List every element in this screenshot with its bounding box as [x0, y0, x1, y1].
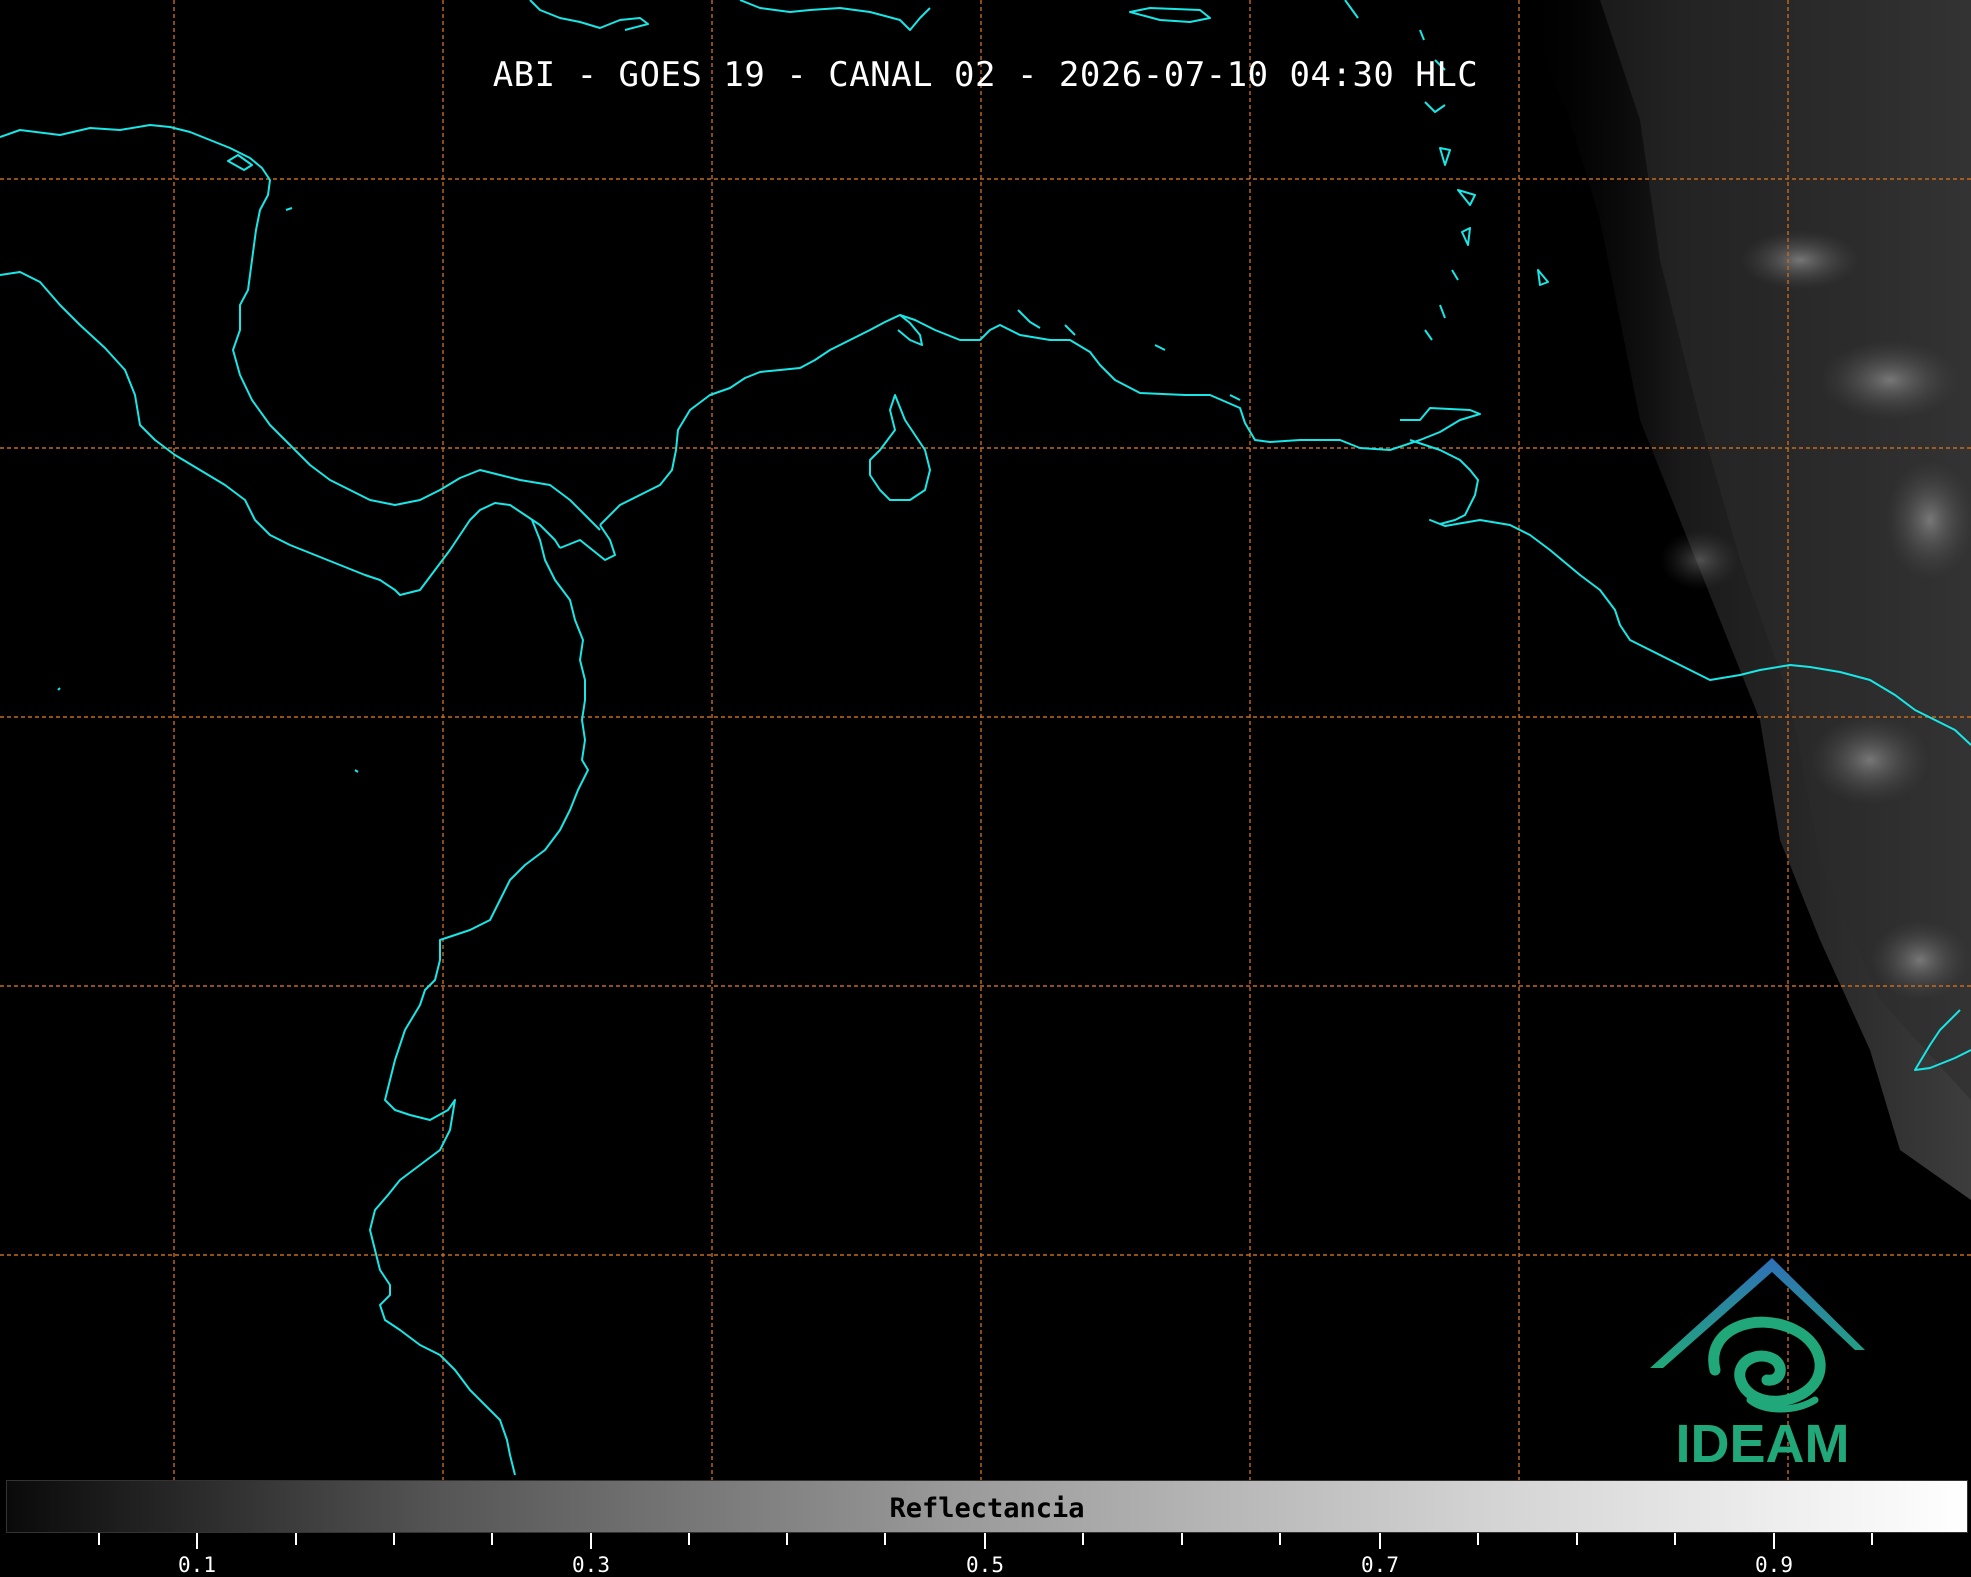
colorbar-tick-label: 0.3 — [572, 1553, 610, 1577]
colorbar-tick — [1871, 1533, 1873, 1545]
colorbar-tick — [393, 1533, 395, 1545]
ideam-logo-text: IDEAM — [1675, 1414, 1850, 1474]
colorbar-tick — [1379, 1533, 1381, 1549]
colorbar-tick-label: 0.1 — [178, 1553, 216, 1577]
colorbar-tick — [984, 1533, 986, 1549]
colorbar-tick — [1082, 1533, 1084, 1545]
colorbar-tick — [196, 1533, 198, 1549]
colorbar-tick — [1181, 1533, 1183, 1545]
ideam-logo: IDEAM — [1645, 1250, 1880, 1475]
colorbar-tick — [884, 1533, 886, 1545]
colorbar-tick — [1279, 1533, 1281, 1545]
colorbar-tick — [688, 1533, 690, 1545]
colorbar-label: Reflectancia — [889, 1493, 1085, 1524]
colorbar-tick — [98, 1533, 100, 1545]
colorbar-tick — [590, 1533, 592, 1549]
ideam-emblem-icon — [1650, 1258, 1865, 1413]
colorbar: Reflectancia — [6, 1480, 1968, 1533]
colorbar-tick — [1773, 1533, 1775, 1549]
map-title: ABI - GOES 19 - CANAL 02 - 2026-07-10 04… — [492, 55, 1479, 95]
colorbar-tick — [1674, 1533, 1676, 1545]
colorbar-tick-label: 0.5 — [966, 1553, 1004, 1577]
colorbar-tick — [786, 1533, 788, 1545]
colorbar-tick-label: 0.7 — [1361, 1553, 1399, 1577]
colorbar-tick — [1477, 1533, 1479, 1545]
colorbar-tick — [1576, 1533, 1578, 1545]
colorbar-tick — [491, 1533, 493, 1545]
colorbar-ticks: 0.1 0.3 0.5 0.7 0.9 — [0, 1533, 1971, 1577]
colorbar-tick — [295, 1533, 297, 1545]
colorbar-tick-label: 0.9 — [1755, 1553, 1793, 1577]
